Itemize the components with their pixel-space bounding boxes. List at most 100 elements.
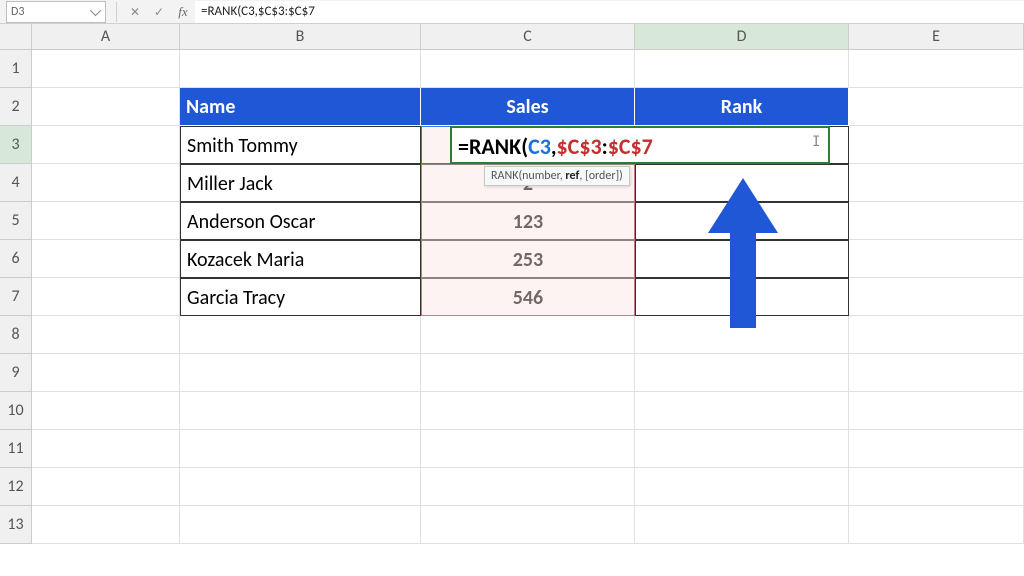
col-header-a[interactable]: A: [32, 24, 180, 49]
cell[interactable]: [32, 392, 180, 430]
cell[interactable]: [180, 354, 421, 392]
table-cell-sales[interactable]: 123: [421, 202, 635, 240]
col-header-d[interactable]: D: [635, 24, 849, 49]
header-sales[interactable]: Sales: [421, 88, 635, 126]
cell[interactable]: [32, 126, 180, 164]
cell[interactable]: [180, 430, 421, 468]
cell[interactable]: [32, 278, 180, 316]
cell[interactable]: [421, 506, 635, 544]
cell[interactable]: [32, 316, 180, 354]
cell[interactable]: [32, 202, 180, 240]
name-box[interactable]: D3: [6, 1, 106, 23]
select-all-corner[interactable]: [0, 24, 32, 50]
text-cursor-icon: I: [812, 134, 820, 150]
row-headers: 1 2 3 4 5 6 7 8 9 10 11 12 13: [0, 50, 32, 544]
col-header-e[interactable]: E: [849, 24, 1024, 49]
table-cell-sales[interactable]: 253: [421, 240, 635, 278]
tooltip-fn: RANK: [491, 169, 518, 183]
formula-prefix: =RANK(: [458, 133, 528, 160]
cell[interactable]: [635, 354, 849, 392]
row-header-9[interactable]: 9: [0, 354, 31, 392]
cell[interactable]: [32, 468, 180, 506]
cell[interactable]: [32, 88, 180, 126]
table-cell-name[interactable]: Smith Tommy: [180, 126, 421, 164]
cell[interactable]: [849, 354, 1024, 392]
cell[interactable]: [421, 430, 635, 468]
cell[interactable]: [635, 468, 849, 506]
name-box-value: D3: [11, 5, 24, 19]
confirm-icon[interactable]: ✓: [151, 5, 167, 19]
cell[interactable]: [32, 354, 180, 392]
table-cell-rank[interactable]: [635, 278, 849, 316]
formula-bar: D3 ✕ ✓ fx =RANK(C3,$C$3:$C$7: [0, 0, 1024, 24]
cell[interactable]: [180, 316, 421, 354]
cell[interactable]: [421, 354, 635, 392]
spreadsheet-grid: A B C D E 1 2 3 4 5 6 7 8 9 10 11 12 13 …: [0, 24, 1024, 576]
row-header-6[interactable]: 6: [0, 240, 31, 278]
row-header-11[interactable]: 11: [0, 430, 31, 468]
row-header-2[interactable]: 2: [0, 88, 31, 126]
cell[interactable]: [849, 506, 1024, 544]
row-header-7[interactable]: 7: [0, 278, 31, 316]
cell[interactable]: [849, 392, 1024, 430]
cell[interactable]: [849, 316, 1024, 354]
cell[interactable]: [32, 430, 180, 468]
cancel-icon[interactable]: ✕: [127, 5, 143, 19]
cell[interactable]: [421, 50, 635, 88]
cell[interactable]: [32, 50, 180, 88]
table-cell-sales[interactable]: 546: [421, 278, 635, 316]
table-cell-name[interactable]: Kozacek Maria: [180, 240, 421, 278]
cell[interactable]: [849, 468, 1024, 506]
table-cell-rank[interactable]: [635, 164, 849, 202]
table-cell-rank[interactable]: [635, 202, 849, 240]
row-header-5[interactable]: 5: [0, 202, 31, 240]
cell[interactable]: [635, 430, 849, 468]
row-header-3[interactable]: 3: [0, 126, 31, 164]
row-header-12[interactable]: 12: [0, 468, 31, 506]
cell[interactable]: [32, 240, 180, 278]
cell[interactable]: [849, 164, 1024, 202]
formula-abs2: $C$7: [608, 133, 653, 160]
header-name[interactable]: Name: [180, 88, 421, 126]
row-header-1[interactable]: 1: [0, 50, 31, 88]
row-header-10[interactable]: 10: [0, 392, 31, 430]
tooltip-pre: (number,: [518, 169, 565, 183]
cell[interactable]: [32, 506, 180, 544]
cell[interactable]: [635, 506, 849, 544]
fx-icon[interactable]: fx: [175, 4, 191, 20]
cell[interactable]: [849, 50, 1024, 88]
cell[interactable]: [180, 392, 421, 430]
cell[interactable]: [849, 202, 1024, 240]
col-header-b[interactable]: B: [180, 24, 421, 49]
cell[interactable]: [849, 126, 1024, 164]
chevron-down-icon[interactable]: [90, 4, 101, 15]
cell[interactable]: [635, 50, 849, 88]
col-header-c[interactable]: C: [421, 24, 635, 49]
table-cell-rank[interactable]: [635, 240, 849, 278]
formula-input[interactable]: =RANK(C3,$C$3:$C$7: [195, 1, 1024, 23]
row-header-13[interactable]: 13: [0, 506, 31, 544]
cell[interactable]: [421, 468, 635, 506]
cell[interactable]: [849, 240, 1024, 278]
cell[interactable]: [421, 392, 635, 430]
editing-cell-d3[interactable]: =RANK(C3,$C$3:$C$7: [450, 126, 830, 164]
header-rank[interactable]: Rank: [635, 88, 849, 126]
cell[interactable]: [849, 430, 1024, 468]
cells-area[interactable]: Name Sales Rank Smith Tommy Miller Jack …: [32, 50, 1024, 576]
tooltip-post: , [order]): [579, 169, 623, 183]
table-cell-name[interactable]: Miller Jack: [180, 164, 421, 202]
cell[interactable]: [635, 316, 849, 354]
cell[interactable]: [849, 88, 1024, 126]
cell[interactable]: [421, 316, 635, 354]
cell[interactable]: [32, 164, 180, 202]
row-header-8[interactable]: 8: [0, 316, 31, 354]
cell[interactable]: [180, 50, 421, 88]
row-header-4[interactable]: 4: [0, 164, 31, 202]
table-cell-name[interactable]: Anderson Oscar: [180, 202, 421, 240]
cell[interactable]: [180, 506, 421, 544]
cell[interactable]: [635, 392, 849, 430]
formula-abs1: $C$3: [557, 133, 602, 160]
table-cell-name[interactable]: Garcia Tracy: [180, 278, 421, 316]
cell[interactable]: [849, 278, 1024, 316]
cell[interactable]: [180, 468, 421, 506]
